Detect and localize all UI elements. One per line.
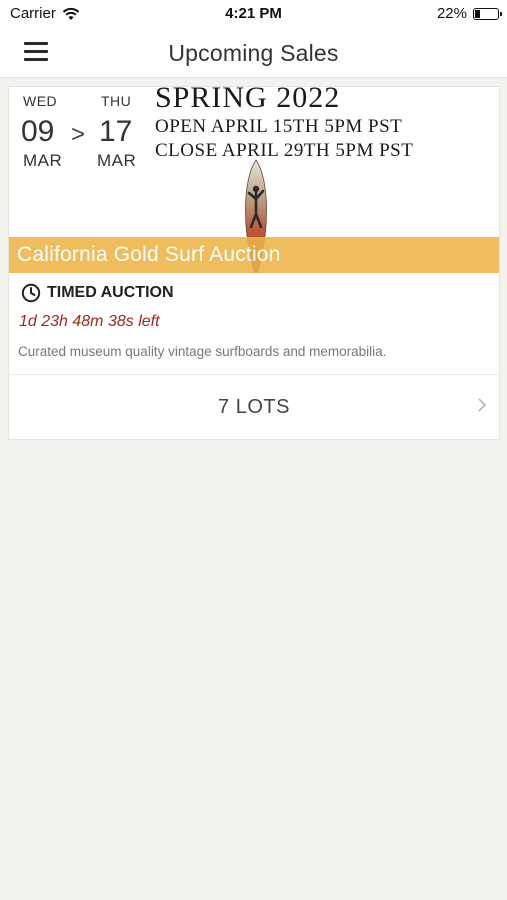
- poster-close-line: CLOSE APRIL 29TH 5PM PST: [155, 140, 414, 161]
- end-weekday: THU: [101, 93, 132, 109]
- poster-season: SPRING 2022: [155, 87, 341, 114]
- sale-card[interactable]: SPRING 2022 OPEN APRIL 15TH 5PM PST CLOS…: [8, 86, 500, 440]
- start-weekday: WED: [23, 93, 58, 109]
- date-range-arrow: >: [71, 121, 86, 148]
- battery-percent: 22%: [436, 5, 467, 22]
- battery-icon: [473, 7, 502, 20]
- poster-text: SPRING 2022 OPEN APRIL 15TH 5PM PST CLOS…: [155, 87, 495, 163]
- end-day: 17: [99, 115, 133, 148]
- sale-banner[interactable]: SPRING 2022 OPEN APRIL 15TH 5PM PST CLOS…: [9, 87, 499, 273]
- sale-title-strip: California Gold Surf Auction: [9, 237, 499, 273]
- start-month: MAR: [23, 151, 63, 170]
- sale-dates: WED 09 MAR > THU 17 MAR: [21, 93, 151, 173]
- chevron-right-icon: [478, 398, 487, 412]
- auction-type-label: TIMED AUCTION: [47, 284, 174, 301]
- lots-count: 7 LOTS: [218, 396, 290, 418]
- end-month: MAR: [97, 151, 137, 170]
- clock-icon: [21, 283, 41, 303]
- page-title: Upcoming Sales: [168, 40, 339, 66]
- nav-bar: Upcoming Sales: [0, 28, 507, 78]
- poster-open-line: OPEN APRIL 15TH 5PM PST: [155, 116, 403, 137]
- status-time: 4:21 PM: [225, 5, 282, 22]
- battery-level-fill: [475, 9, 480, 18]
- battery-group: 22%: [436, 5, 502, 22]
- start-day: 09: [21, 115, 55, 148]
- sale-description: Curated museum quality vintage surfboard…: [18, 344, 387, 359]
- sale-title: California Gold Surf Auction: [17, 243, 281, 266]
- auction-type: TIMED AUCTION: [21, 283, 174, 303]
- lots-button[interactable]: 7 LOTS: [9, 375, 499, 439]
- time-left-countdown: 1d 23h 48m 38s left: [19, 313, 160, 330]
- status-bar: Carrier 4:21 PM 22%: [0, 0, 507, 28]
